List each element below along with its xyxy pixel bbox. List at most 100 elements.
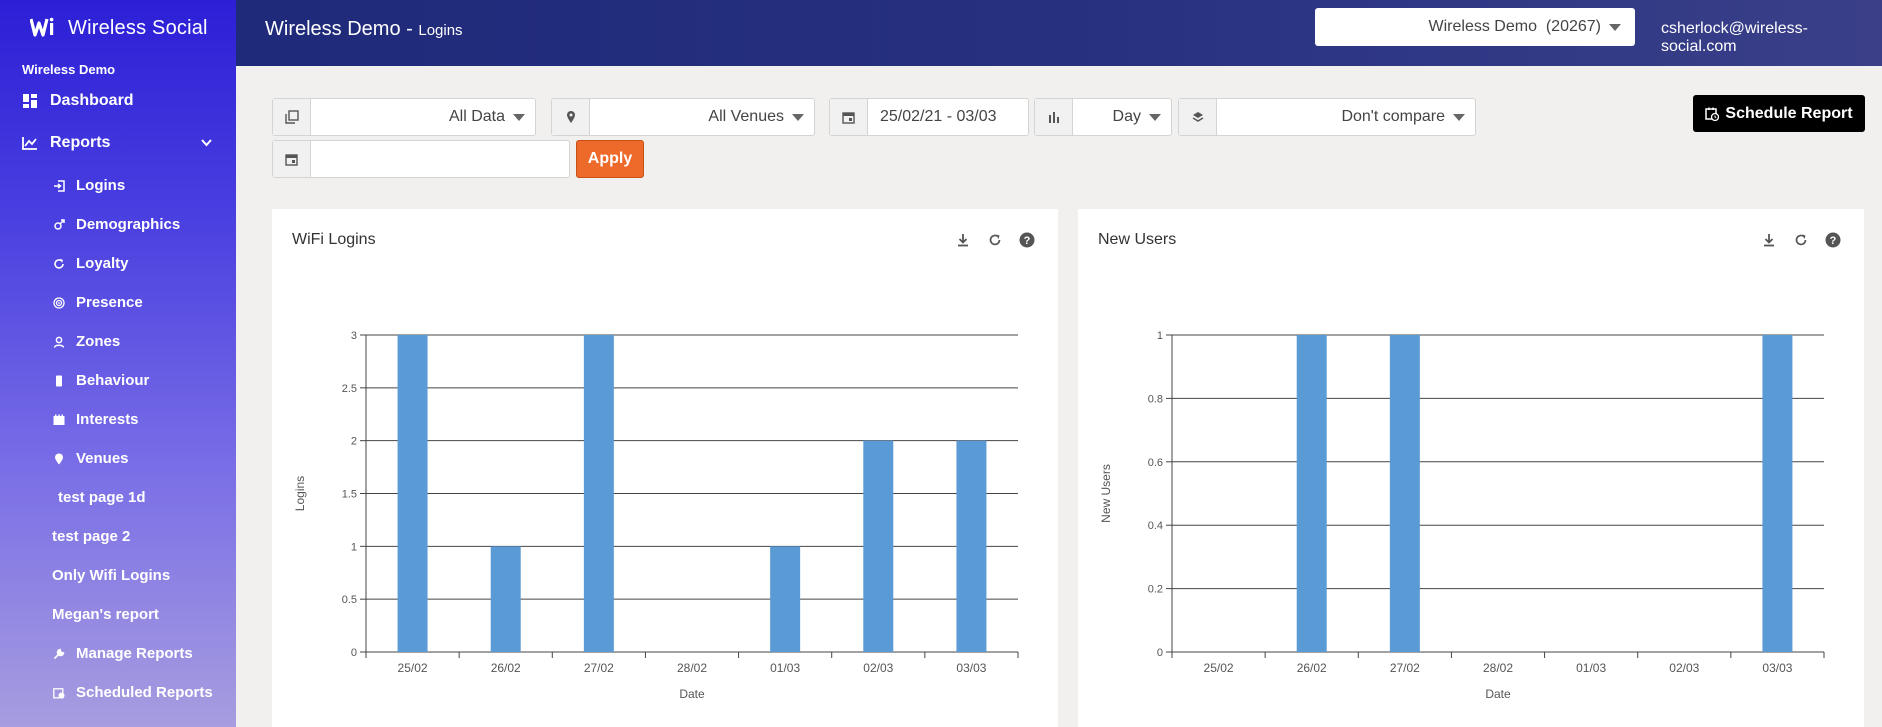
new-users-card: New Users ? 0 0.2 0.4 0.6 0.8 1 25/02 26/02 27/0… [1078,209,1864,727]
sidebar-item-test-page-2[interactable]: test page 2 [0,517,236,556]
x-tick-label: 01/03 [1576,661,1606,675]
layers-icon [1179,99,1217,135]
x-tick-label: 01/03 [770,661,800,675]
sidebar-item-label: test page 1d [58,489,146,506]
sidebar-item-label: Logins [76,177,126,194]
compare-date-input[interactable] [311,141,569,177]
film-icon [52,413,66,427]
caret-down-icon [1149,113,1161,121]
y-tick-label: 1 [1157,330,1163,342]
sidebar-item-interests[interactable]: Interests [0,400,236,439]
interval-select[interactable]: Day [1073,99,1171,135]
sidebar-item-label: Scheduled Reports [76,684,213,701]
x-tick-label: 27/02 [584,661,614,675]
calendar-icon [273,141,311,177]
venues-filter: All Venues [551,98,815,136]
calendar-clock-icon [52,686,66,700]
bar[interactable] [863,440,894,652]
x-tick-label: 28/02 [1483,661,1513,675]
interval-filter: Day [1034,98,1172,136]
user-email[interactable]: csherlock@wireless-social.com [1661,20,1882,56]
sidebar-item-demographics[interactable]: Demographics [0,205,236,244]
wifi-logins-chart: 0 0.5 1 1.5 2 2.5 3 25/02 26/02 27/02 28/02 01/03 02… [293,330,1019,701]
data-scope-select[interactable]: All Data [311,99,535,135]
refresh-icon [52,257,66,271]
sidebar-item-test-page-1d[interactable]: test page 1d [0,478,236,517]
person-pin-icon [52,335,66,349]
map-marker-icon [52,452,66,466]
sidebar-item-label: Loyalty [76,255,129,272]
bar[interactable] [770,546,801,652]
brand-name: Wireless Social [68,16,208,39]
y-tick-label: 0 [351,647,357,659]
line-chart-icon [22,135,38,151]
sidebar-item-behaviour[interactable]: Behaviour [0,361,236,400]
x-tick-label: 25/02 [398,661,428,675]
y-tick-label: 2.5 [342,383,357,395]
bar[interactable] [490,546,521,652]
sidebar-item-label: Megan's report [52,606,159,623]
dashboard-icon [22,93,38,109]
y-tick-label: 3 [351,330,357,342]
x-tick-label: 25/02 [1204,661,1234,675]
wireless-social-logo-icon [30,17,54,37]
compare-select[interactable]: Don't compare [1217,99,1475,135]
sidebar-item-label: Reports [50,134,111,151]
sidebar-item-reports[interactable]: Reports [0,124,236,162]
sidebar-item-label: test page 2 [52,528,131,545]
y-tick-label: 0.6 [1148,457,1163,469]
schedule-report-button[interactable]: Schedule Report [1693,95,1865,132]
account-select[interactable]: Wireless Demo (20267) [1315,8,1635,46]
radar-icon [52,296,66,310]
apply-button[interactable]: Apply [576,140,644,178]
y-axis-label: Logins [293,476,307,511]
sidebar-item-manage-reports[interactable]: Manage Reports [0,634,236,673]
bar[interactable] [1389,335,1420,652]
y-tick-label: 0 [1157,647,1163,659]
bar[interactable] [1296,335,1327,652]
y-tick-label: 2 [351,436,357,448]
new-users-chart: 0 0.2 0.4 0.6 0.8 1 25/02 26/02 27/02 28/02 01/03 0… [1099,330,1825,701]
x-tick-label: 02/03 [863,661,893,675]
wrench-icon [52,647,66,661]
sidebar-item-label: Behaviour [76,372,150,389]
sidebar-item-label: Venues [76,450,129,467]
sidebar-item-logins[interactable]: Logins [0,166,236,205]
org-name: Wireless Demo [22,62,116,77]
page-title: Wireless Demo - Logins [265,18,463,40]
sidebar-item-zones[interactable]: Zones [0,322,236,361]
map-marker-icon [552,99,590,135]
bar[interactable] [1762,335,1793,652]
sidebar-item-label: Demographics [76,216,181,233]
sidebar-item-label: Interests [76,411,139,428]
sidebar-item-label: Dashboard [50,92,134,109]
sidebar-item-label: Manage Reports [76,645,193,662]
sidebar-item-dashboard[interactable]: Dashboard [0,82,236,120]
data-scope-filter: All Data [272,98,536,136]
brand[interactable]: Wireless Social [0,0,236,56]
y-tick-label: 1.5 [342,489,357,501]
sidebar-item-only-wifi-logins[interactable]: Only Wifi Logins [0,556,236,595]
sidebar-item-presence[interactable]: Presence [0,283,236,322]
sidebar-item-megan-s-report[interactable]: Megan's report [0,595,236,634]
venues-select[interactable]: All Venues [590,99,814,135]
x-tick-label: 03/03 [956,661,986,675]
sidebar-item-label: Zones [76,333,121,350]
sidebar-item-venues[interactable]: Venues [0,439,236,478]
x-tick-label: 26/02 [1297,661,1327,675]
date-range-input[interactable]: 25/02/21 - 03/03 [868,99,1028,135]
sidebar-item-scheduled-reports[interactable]: Scheduled Reports [0,673,236,712]
compare-date-filter [272,140,570,178]
y-tick-label: 0.5 [342,594,357,606]
sidebar-item-loyalty[interactable]: Loyalty [0,244,236,283]
compare-filter: Don't compare [1178,98,1476,136]
date-range-filter: 25/02/21 - 03/03 [829,98,1029,136]
bar[interactable] [397,335,428,652]
caret-down-icon [792,113,804,121]
bar[interactable] [583,335,614,652]
bar[interactable] [956,440,987,652]
sidebar: Wireless Social Wireless Demo Dashboard … [0,0,236,727]
chevron-down-icon [201,136,212,150]
tablet-icon [52,374,66,388]
account-select-value: Wireless Demo (20267) [1428,18,1602,35]
